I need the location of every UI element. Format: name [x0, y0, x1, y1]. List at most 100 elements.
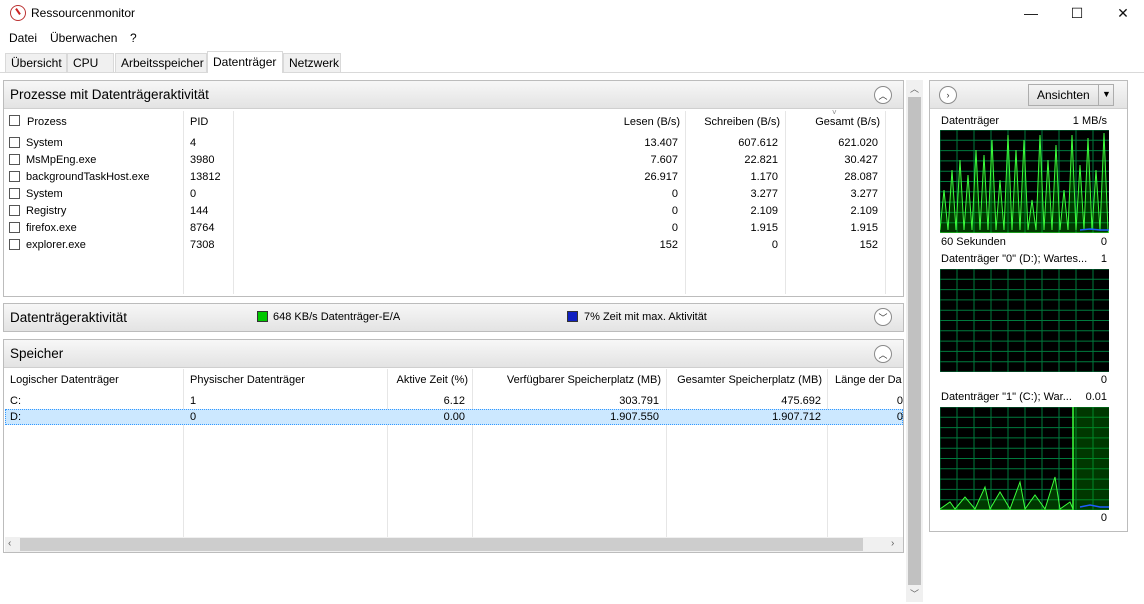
col-prozess[interactable]: Prozess	[27, 116, 67, 128]
col-total-space[interactable]: Gesamter Speicherplatz (MB)	[668, 374, 822, 386]
logical-disk[interactable]: C:	[10, 395, 21, 407]
tab-cpu[interactable]: CPU	[67, 53, 114, 72]
graph-title: Datenträger	[941, 115, 1000, 127]
process-pid: 3980	[190, 154, 215, 166]
process-name[interactable]: System	[26, 137, 63, 149]
process-total: 3.277	[850, 188, 878, 200]
storage-header[interactable]: Speicher ︿	[4, 340, 903, 368]
process-write: 1.915	[750, 222, 778, 234]
process-read: 0	[671, 205, 678, 217]
maxtime-legend-swatch	[567, 311, 578, 322]
col-pid[interactable]: PID	[190, 116, 208, 128]
tab-arbeitsspeicher[interactable]: Arbeitsspeicher	[115, 53, 207, 72]
disk-total-graph	[940, 130, 1109, 233]
col-divider	[885, 111, 886, 294]
menu-bar	[0, 28, 1144, 46]
expand-right-icon[interactable]: ›	[939, 86, 957, 104]
process-pid: 4	[190, 137, 197, 149]
row-checkbox[interactable]	[9, 154, 20, 165]
scroll-up-icon[interactable]: ︿	[910, 82, 919, 95]
menu-ueberwachen[interactable]: Überwachen	[50, 31, 117, 45]
process-total: 30.427	[844, 154, 878, 166]
process-name[interactable]: System	[26, 188, 63, 200]
graph-max: 1 MB/s	[1072, 115, 1107, 127]
storage-panel: Speicher ︿	[3, 339, 904, 553]
process-total: 2.109	[850, 205, 878, 217]
disk-total-chart	[940, 130, 1109, 233]
disk-1-graph	[940, 407, 1109, 510]
process-pid: 13812	[190, 171, 221, 183]
col-physical-disk[interactable]: Physischer Datenträger	[190, 374, 305, 386]
col-schreiben[interactable]: Schreiben (B/s)	[690, 116, 780, 128]
select-all-checkbox[interactable]	[9, 115, 20, 126]
process-read: 152	[659, 239, 678, 251]
process-name[interactable]: Registry	[26, 205, 66, 217]
disk-activity-header[interactable]: Datenträgeraktivität ﹀	[4, 304, 903, 331]
logical-disk[interactable]: D:	[10, 411, 21, 423]
total-space: 1.907.712	[772, 411, 821, 423]
process-total: 152	[859, 239, 878, 251]
process-read: 0	[671, 188, 678, 200]
col-queue-length[interactable]: Länge der Da	[835, 374, 903, 386]
process-pid: 8764	[190, 222, 215, 234]
process-pid: 7308	[190, 239, 215, 251]
sort-arrow-icon: ˅	[832, 108, 837, 117]
scroll-down-icon[interactable]: ﹀	[910, 587, 919, 600]
menu-help[interactable]: ?	[130, 31, 137, 45]
total-space: 475.692	[781, 395, 821, 407]
horizontal-scroll-thumb[interactable]	[20, 538, 863, 551]
scroll-right-icon[interactable]: ›	[891, 538, 894, 549]
close-button[interactable]: ✕	[1100, 0, 1144, 26]
process-name[interactable]: backgroundTaskHost.exe	[26, 171, 150, 183]
process-pid: 0	[190, 188, 197, 200]
process-write: 607.612	[738, 137, 778, 149]
process-write: 1.170	[750, 171, 778, 183]
graph-min: 0	[1100, 374, 1107, 386]
title-bar	[0, 0, 1144, 26]
col-logical-disk[interactable]: Logischer Datenträger	[10, 374, 119, 386]
active-time: 0.00	[443, 411, 465, 423]
collapse-icon[interactable]: ︿	[874, 345, 892, 363]
minimize-button[interactable]: —	[1008, 0, 1054, 26]
graph-min: 0	[1100, 512, 1107, 524]
free-space: 1.907.550	[610, 411, 659, 423]
process-read: 0	[671, 222, 678, 234]
col-divider	[666, 369, 667, 537]
scroll-left-icon[interactable]: ‹	[8, 538, 11, 549]
views-dropdown-icon[interactable]: ▼	[1098, 85, 1113, 105]
process-total: 621.020	[838, 137, 878, 149]
maximize-button[interactable]: ☐	[1054, 0, 1100, 26]
row-checkbox[interactable]	[9, 137, 20, 148]
process-name[interactable]: explorer.exe	[26, 239, 86, 251]
row-checkbox[interactable]	[9, 188, 20, 199]
process-name[interactable]: firefox.exe	[26, 222, 77, 234]
processes-header[interactable]: Prozesse mit Datenträgeraktivität ︿	[4, 81, 903, 109]
graph-timespan: 60 Sekunden	[941, 236, 1006, 248]
collapse-icon[interactable]: ︿	[874, 86, 892, 104]
col-gesamt[interactable]: Gesamt (B/s)	[790, 116, 880, 128]
process-pid: 144	[190, 205, 209, 217]
tab-netzwerk[interactable]: Netzwerk	[283, 53, 341, 72]
disk-activity-title: Datenträgeraktivität	[10, 310, 128, 325]
process-write: 2.109	[750, 205, 778, 217]
col-active-time[interactable]: Aktive Zeit (%)	[388, 374, 468, 386]
row-checkbox[interactable]	[9, 205, 20, 216]
process-name[interactable]: MsMpEng.exe	[26, 154, 96, 166]
expand-icon[interactable]: ﹀	[874, 308, 892, 326]
tab-datentraeger[interactable]: Datenträger	[207, 51, 283, 73]
vertical-scroll-thumb[interactable]	[908, 97, 921, 585]
row-checkbox[interactable]	[9, 239, 20, 250]
tab-uebersicht[interactable]: Übersicht	[5, 53, 67, 72]
process-write: 0	[771, 239, 778, 251]
menu-datei[interactable]: Datei	[9, 31, 37, 45]
row-checkbox[interactable]	[9, 171, 20, 182]
process-read: 13.407	[644, 137, 678, 149]
disk-0-graph	[940, 269, 1109, 372]
free-space: 303.791	[619, 395, 659, 407]
col-lesen[interactable]: Lesen (B/s)	[580, 116, 680, 128]
storage-title: Speicher	[10, 346, 64, 361]
col-free-space[interactable]: Verfügbarer Speicherplatz (MB)	[475, 374, 661, 386]
row-checkbox[interactable]	[9, 222, 20, 233]
graph-max: 0.01	[1085, 391, 1107, 403]
process-read: 26.917	[644, 171, 678, 183]
